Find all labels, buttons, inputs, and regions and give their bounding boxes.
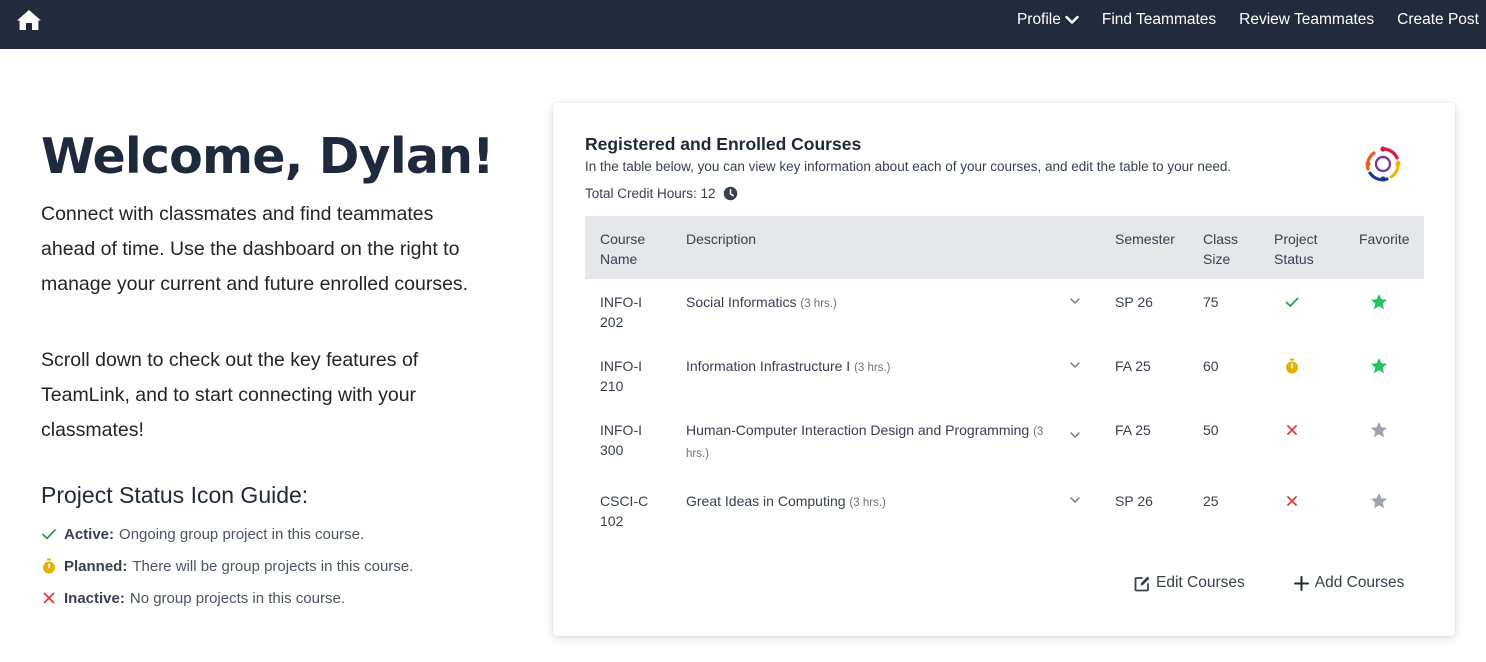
course-semester: SP 26 <box>1115 493 1153 509</box>
courses-table: Course Name Description Semester Class S… <box>585 216 1424 542</box>
course-semester: FA 25 <box>1115 422 1151 438</box>
table-row: INFO-I 300 Human-Computer Interaction De… <box>585 407 1424 478</box>
x-icon <box>1287 425 1297 435</box>
description-text: Information Infrastructure I <box>686 358 851 374</box>
nav-find-teammates[interactable]: Find Teammates <box>1102 11 1216 29</box>
star-icon[interactable] <box>1370 357 1388 375</box>
table-row: INFO-I 202 Social Informatics (3 hrs.) S… <box>585 279 1424 343</box>
nav-create-post[interactable]: Create Post <box>1397 11 1479 29</box>
course-name: INFO-I 300 <box>600 422 642 458</box>
guide-item-inactive: Inactive: No group projects in this cour… <box>41 582 413 614</box>
guide-label: Inactive: <box>64 589 125 607</box>
check-icon <box>1285 297 1299 307</box>
description-text: Great Ideas in Computing <box>686 493 846 509</box>
card-title: Registered and Enrolled Courses <box>585 134 862 154</box>
description-text: Human-Computer Interaction Design and Pr… <box>686 422 1030 438</box>
chevron-down-icon[interactable] <box>1068 493 1082 507</box>
chevron-down-icon[interactable] <box>1068 358 1082 372</box>
chevron-down-icon[interactable] <box>1068 294 1082 308</box>
course-description: Human-Computer Interaction Design and Pr… <box>686 420 1046 464</box>
stopwatch-icon <box>43 558 55 574</box>
chevron-down-icon[interactable] <box>1068 428 1082 442</box>
edit-icon <box>1134 576 1150 591</box>
description-text: Social Informatics <box>686 294 797 310</box>
course-class-size: 75 <box>1203 294 1219 310</box>
star-icon[interactable] <box>1370 293 1388 311</box>
card-actions: Edit Courses Add Courses <box>1134 574 1404 592</box>
nav-profile-label: Profile <box>1016 11 1061 28</box>
guide-list: Active: Ongoing group project in this co… <box>41 518 413 614</box>
stopwatch-icon <box>1286 358 1298 374</box>
course-class-size: 25 <box>1203 493 1219 509</box>
course-class-size: 60 <box>1203 358 1219 374</box>
teamlink-logo <box>1365 146 1401 182</box>
plus-icon <box>1293 575 1309 591</box>
course-description: Great Ideas in Computing (3 hrs.) <box>686 491 1046 513</box>
guide-title: Project Status Icon Guide: <box>41 482 309 508</box>
course-name: CSCI-C 102 <box>600 493 649 529</box>
guide-item-planned: Planned: There will be group projects in… <box>41 550 413 582</box>
clock-icon[interactable] <box>723 186 738 201</box>
edit-courses-label: Edit Courses <box>1156 574 1245 591</box>
credit-hours: (3 hrs.) <box>849 497 886 509</box>
total-credits: Total Credit Hours: 12 <box>585 186 738 201</box>
check-icon <box>42 529 56 540</box>
header-description: Description <box>686 231 757 247</box>
chevron-down-icon <box>1065 15 1079 24</box>
guide-text: There will be group projects in this cou… <box>132 557 414 575</box>
x-icon <box>43 592 55 604</box>
header-project-status: Project Status <box>1274 231 1318 267</box>
credit-hours: (3 hrs.) <box>800 298 837 310</box>
guide-label: Planned: <box>64 557 128 575</box>
nav-review-teammates[interactable]: Review Teammates <box>1239 11 1374 29</box>
guide-text: Ongoing group project in this course. <box>119 525 365 543</box>
star-icon[interactable] <box>1370 421 1388 439</box>
course-description: Social Informatics (3 hrs.) <box>686 292 1046 314</box>
intro-paragraph-2: Scroll down to check out the key feature… <box>41 349 419 441</box>
table-row: INFO-I 210 Information Infrastructure I … <box>585 343 1424 407</box>
star-icon[interactable] <box>1370 492 1388 510</box>
credit-hours: (3 hrs.) <box>854 362 891 374</box>
course-class-size: 50 <box>1203 422 1219 438</box>
course-semester: SP 26 <box>1115 294 1153 310</box>
credits-text: Total Credit Hours: 12 <box>585 186 716 201</box>
header-class-size: Class Size <box>1203 231 1239 267</box>
course-name: INFO-I 202 <box>600 294 642 330</box>
guide-label: Active: <box>64 525 115 543</box>
add-courses-button[interactable]: Add Courses <box>1293 574 1405 592</box>
header-favorite: Favorite <box>1359 231 1410 247</box>
guide-text: No group projects in this course. <box>129 589 345 607</box>
welcome-title: Welcome, Dylan! <box>41 128 495 185</box>
intro-paragraph-1: Connect with classmates and find teammat… <box>41 203 469 295</box>
add-courses-label: Add Courses <box>1314 574 1405 591</box>
x-icon <box>1287 496 1297 506</box>
navbar: Profile Find Teammates Review Teammates … <box>0 0 1486 49</box>
edit-courses-button[interactable]: Edit Courses <box>1134 574 1245 592</box>
home-icon[interactable] <box>16 8 42 32</box>
table-row: CSCI-C 102 Great Ideas in Computing (3 h… <box>585 478 1424 542</box>
courses-card: Registered and Enrolled Courses In the t… <box>553 103 1455 636</box>
guide-item-active: Active: Ongoing group project in this co… <box>41 518 413 550</box>
course-semester: FA 25 <box>1115 358 1151 374</box>
header-course-name: Course Name <box>600 231 646 267</box>
course-description: Information Infrastructure I (3 hrs.) <box>686 356 1046 378</box>
table-header: Course Name Description Semester Class S… <box>585 216 1424 279</box>
nav-profile[interactable]: Profile <box>1017 11 1079 29</box>
card-subtitle: In the table below, you can view key inf… <box>585 159 1232 174</box>
header-semester: Semester <box>1115 231 1175 247</box>
course-name: INFO-I 210 <box>600 358 642 394</box>
